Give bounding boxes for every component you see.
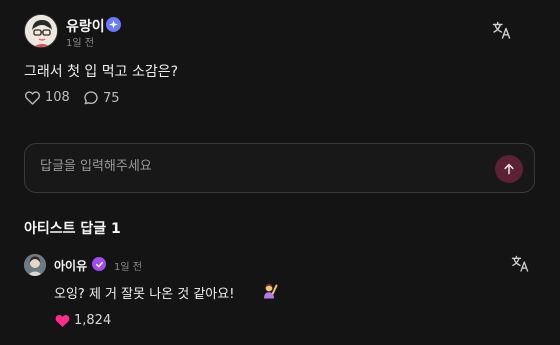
post-timestamp: 1일 전 bbox=[66, 38, 94, 49]
heart-outline-icon bbox=[24, 91, 41, 105]
post-comment-count: 75 bbox=[103, 90, 120, 106]
author-username[interactable]: 유랑이 bbox=[66, 16, 105, 36]
post-content: 그래서 첫 입 먹고 소감은? bbox=[24, 64, 179, 80]
artist-reply-like-count: 1,824 bbox=[74, 313, 112, 328]
reply-translate-icon[interactable] bbox=[511, 255, 531, 273]
heart-filled-icon bbox=[55, 315, 70, 327]
post-like-button[interactable]: 108 bbox=[24, 90, 70, 105]
reply-input[interactable] bbox=[40, 159, 460, 174]
arrow-up-icon bbox=[504, 163, 514, 175]
profile-photo-icon bbox=[24, 254, 46, 276]
post-like-count: 108 bbox=[45, 90, 70, 105]
artist-reply-timestamp: 1일 전 bbox=[114, 262, 142, 273]
artist-reply-content: 오잉? 제 거 잘못 나온 것 같아요! bbox=[54, 287, 235, 302]
artist-replies-title: 아티스트 답글 1 bbox=[24, 221, 121, 237]
artist-avatar[interactable] bbox=[24, 254, 46, 276]
artist-username[interactable]: 아이유 bbox=[54, 257, 87, 274]
translate-icon[interactable] bbox=[492, 21, 512, 39]
send-reply-button[interactable] bbox=[495, 155, 523, 183]
reply-box bbox=[24, 143, 535, 193]
person-raising-hand-icon bbox=[261, 281, 279, 299]
author-avatar[interactable] bbox=[24, 14, 58, 48]
post-comment-button[interactable]: 75 bbox=[83, 90, 120, 106]
verified-badge-icon bbox=[106, 17, 121, 32]
artist-reply-like-button[interactable]: 1,824 bbox=[54, 313, 111, 328]
cartoon-avatar-icon bbox=[25, 15, 57, 47]
artist-verified-badge-icon bbox=[92, 257, 106, 271]
comment-bubble-icon bbox=[84, 91, 98, 105]
